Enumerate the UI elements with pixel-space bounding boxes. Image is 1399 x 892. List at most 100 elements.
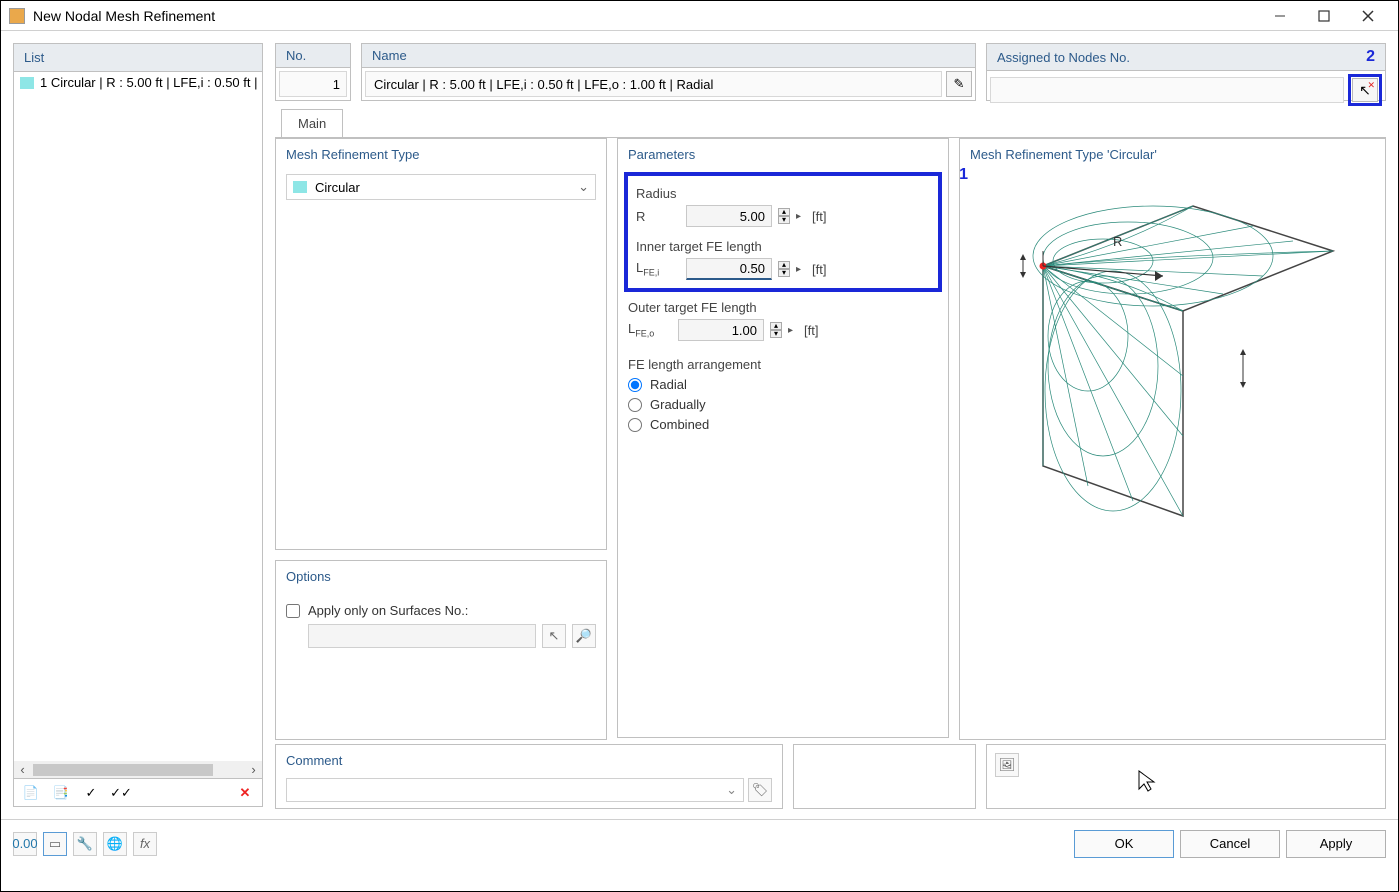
comment-header: Comment <box>276 745 782 772</box>
new-item-button[interactable]: 📄 <box>18 781 44 805</box>
apply-surfaces-label: Apply only on Surfaces No.: <box>308 603 468 618</box>
copy-item-button[interactable]: 📑 <box>48 781 74 805</box>
cursor-pick-icon: ↖ <box>549 628 560 644</box>
radius-spinner[interactable]: ▴▾ <box>778 208 790 224</box>
cancel-button[interactable]: Cancel <box>1180 830 1280 858</box>
inner-length-input[interactable] <box>686 258 772 280</box>
color-swatch <box>20 77 34 89</box>
callout-1: 1 <box>959 166 968 184</box>
inner-length-unit: [ft] <box>812 262 826 277</box>
name-input[interactable] <box>365 71 942 97</box>
check-multi-icon: ✓✓ <box>110 785 132 801</box>
list-header: List <box>14 44 262 72</box>
preview-settings-button[interactable]: 🖼 <box>995 753 1019 777</box>
apply-surfaces-check[interactable]: Apply only on Surfaces No.: <box>286 603 596 618</box>
radius-unit: [ft] <box>812 209 826 224</box>
window-title: New Nodal Mesh Refinement <box>33 8 1258 24</box>
close-icon <box>1362 10 1374 22</box>
tree-icon: 🔧 <box>77 836 93 852</box>
radio-radial[interactable]: Radial <box>628 377 938 392</box>
list-item[interactable]: 1 Circular | R : 5.00 ft | LFE,i : 0.50 … <box>14 72 262 93</box>
outer-length-spinner[interactable]: ▴▾ <box>770 322 782 338</box>
surfaces-input[interactable] <box>308 624 536 648</box>
titlebar: New Nodal Mesh Refinement <box>1 1 1398 31</box>
apply-surfaces-checkbox[interactable] <box>286 604 300 618</box>
close-button[interactable] <box>1346 1 1390 31</box>
tab-main[interactable]: Main <box>281 109 343 137</box>
callout-2: 2 <box>1366 48 1375 66</box>
no-section: No. <box>275 43 351 101</box>
scroll-left-arrow[interactable]: ‹ <box>14 761 31 778</box>
radio-gradually[interactable]: Gradually <box>628 397 938 412</box>
parameters-panel: Parameters 1 Radius R ▴▾ ▸ [ft] <box>617 138 949 738</box>
library-icon: 🏷 <box>752 782 769 798</box>
radio-combined[interactable]: Combined <box>628 417 938 432</box>
main-area: No. Name ✎ Assigned to Nodes No. 2 <box>275 43 1386 807</box>
radio-radial-input[interactable] <box>628 378 642 392</box>
preview-actions-panel: 🖼 <box>986 744 1386 809</box>
minimize-icon <box>1274 10 1286 22</box>
arrow-right-icon[interactable]: ▸ <box>796 211 806 222</box>
assigned-section: Assigned to Nodes No. 2 ↖ ✕ <box>986 43 1386 101</box>
inner-length-symbol: LFE,i <box>636 260 680 278</box>
no-header: No. <box>276 44 350 68</box>
outer-length-input[interactable] <box>678 319 764 341</box>
name-section: Name ✎ <box>361 43 976 101</box>
arrow-right-icon[interactable]: ▸ <box>788 325 798 336</box>
radio-combined-label: Combined <box>650 417 709 432</box>
preview-header: Mesh Refinement Type 'Circular' <box>960 139 1385 166</box>
check-button[interactable]: ✓ <box>78 781 104 805</box>
maximize-icon <box>1318 10 1330 22</box>
pick-x-icon: ✕ <box>1367 80 1375 91</box>
comment-select[interactable]: ⌄ <box>286 778 744 802</box>
list-panel: List 1 Circular | R : 5.00 ft | LFE,i : … <box>13 43 263 807</box>
apply-button[interactable]: Apply <box>1286 830 1386 858</box>
radius-label: Radius <box>636 186 930 201</box>
image-icon: 🖼 <box>999 757 1016 773</box>
units-icon: 0.00 <box>12 836 37 851</box>
radius-input[interactable] <box>686 205 772 227</box>
color-swatch <box>293 181 307 193</box>
cursor-icon <box>1137 769 1161 793</box>
view-button-1[interactable]: ▭ <box>43 832 67 856</box>
radio-gradually-input[interactable] <box>628 398 642 412</box>
inner-length-spinner[interactable]: ▴▾ <box>778 261 790 277</box>
mesh-type-select[interactable]: Circular ⌄ <box>286 174 596 200</box>
minimize-button[interactable] <box>1258 1 1302 31</box>
options-header: Options <box>276 561 606 588</box>
ok-button[interactable]: OK <box>1074 830 1174 858</box>
view-button-3[interactable]: 🌐 <box>103 832 127 856</box>
find-surfaces-button[interactable]: 🔎 <box>572 624 596 648</box>
binoculars-icon: 🔎 <box>576 628 592 644</box>
delete-item-button[interactable]: ✕ <box>232 781 258 805</box>
radius-symbol: R <box>636 209 680 224</box>
view-button-2[interactable]: 🔧 <box>73 832 97 856</box>
mesh-type-header: Mesh Refinement Type <box>276 139 606 166</box>
scroll-thumb[interactable] <box>33 764 213 776</box>
radio-radial-label: Radial <box>650 377 687 392</box>
arrangement-label: FE length arrangement <box>628 357 938 372</box>
edit-name-button[interactable]: ✎ <box>946 71 972 97</box>
arrow-right-icon[interactable]: ▸ <box>796 264 806 275</box>
options-panel: Options Apply only on Surfaces No.: ↖ 🔎 <box>275 560 607 740</box>
pick-nodes-highlight: ↖ ✕ <box>1348 74 1382 106</box>
scroll-right-arrow[interactable]: › <box>245 761 262 778</box>
preview-body: R <box>960 166 1385 726</box>
horizontal-scrollbar[interactable]: ‹ › <box>14 761 262 778</box>
comment-library-button[interactable]: 🏷 <box>748 778 772 802</box>
list-body: 1 Circular | R : 5.00 ft | LFE,i : 0.50 … <box>14 72 262 778</box>
fx-button[interactable]: fx <box>133 832 157 856</box>
no-input[interactable] <box>279 71 347 97</box>
mesh-type-value: Circular <box>315 180 360 195</box>
radio-combined-input[interactable] <box>628 418 642 432</box>
units-button[interactable]: 0.00 <box>13 832 37 856</box>
assigned-nodes-input[interactable] <box>990 77 1344 103</box>
pick-surfaces-button[interactable]: ↖ <box>542 624 566 648</box>
parameters-header: Parameters <box>618 139 948 166</box>
outer-length-label: Outer target FE length <box>628 300 938 315</box>
pick-nodes-button[interactable]: ↖ ✕ <box>1352 78 1378 102</box>
edit-icon: ✎ <box>954 76 965 92</box>
check-multi-button[interactable]: ✓✓ <box>108 781 134 805</box>
copy-icon: 📑 <box>53 785 69 801</box>
maximize-button[interactable] <box>1302 1 1346 31</box>
